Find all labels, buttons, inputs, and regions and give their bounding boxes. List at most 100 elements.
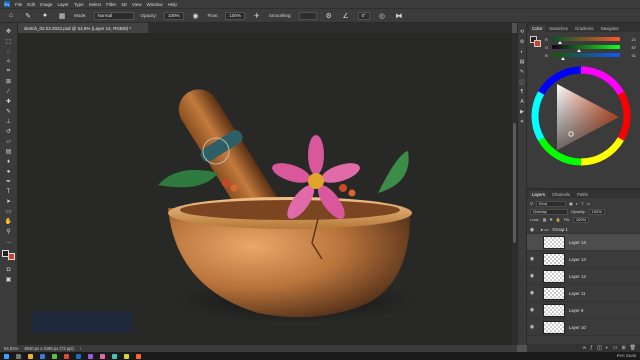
layer-row[interactable]: ◉ Layer 13	[527, 251, 640, 268]
tab-paths[interactable]: Paths	[574, 191, 591, 198]
layer-row[interactable]: Layer 14	[527, 234, 640, 251]
libraries-panel-icon[interactable]: ▤	[519, 59, 525, 65]
slider-r[interactable]: R 21	[545, 35, 636, 44]
slider-r-value[interactable]: 21	[623, 37, 636, 42]
menu-select[interactable]: Select	[89, 2, 102, 7]
paragraph-panel-icon[interactable]: ¶	[519, 89, 525, 95]
slider-b-value[interactable]: 31	[623, 53, 636, 58]
search-icon[interactable]	[16, 353, 21, 359]
actions-panel-icon[interactable]: ▶	[519, 109, 525, 115]
start-icon[interactable]	[4, 353, 9, 359]
adjustment-layer-icon[interactable]: ◐	[606, 345, 609, 351]
trash-icon[interactable]: 🗑	[630, 345, 636, 351]
slider-g-value[interactable]: 87	[623, 45, 636, 50]
menu-help[interactable]: Help	[168, 2, 177, 7]
type-tool-icon[interactable]: T	[3, 187, 15, 196]
move-tool-icon[interactable]: ✥	[3, 27, 15, 36]
properties-panel-icon[interactable]: ⚙	[519, 39, 525, 45]
slider-g-track[interactable]	[551, 45, 621, 52]
menu-view[interactable]: View	[132, 2, 142, 7]
brush-tool-icon[interactable]: ✎	[3, 107, 15, 116]
marquee-tool-icon[interactable]: ⬚	[3, 37, 15, 46]
lasso-tool-icon[interactable]: ◌	[3, 47, 15, 56]
visibility-eye-icon[interactable]: ◉	[527, 256, 537, 262]
document-tab[interactable]: sketch_02.03.2022.psd @ 54,9% (Layer 14,…	[18, 23, 148, 33]
clone-stamp-tool-icon[interactable]: ⊥	[3, 117, 15, 126]
status-arrow-icon[interactable]: ›	[80, 346, 81, 351]
visibility-eye-icon[interactable]: ◉	[527, 307, 537, 313]
symmetry-icon[interactable]: ⧓	[394, 11, 404, 21]
quick-mask-icon[interactable]: ◘	[3, 265, 15, 274]
filter-adjust-icon[interactable]: ◐	[576, 201, 578, 206]
menu-window[interactable]: Window	[147, 2, 163, 7]
explorer-icon[interactable]	[28, 353, 33, 359]
pressure-opacity-icon[interactable]: ◉	[191, 11, 201, 21]
color-wheel-svg[interactable]	[527, 62, 640, 172]
smoothing-settings-icon[interactable]: ⚙	[324, 11, 334, 21]
slider-b-thumb[interactable]	[560, 57, 565, 60]
clock[interactable]: 23:00	[626, 353, 636, 358]
app-icon[interactable]	[64, 353, 69, 359]
tab-channels[interactable]: Channels	[549, 191, 573, 198]
photoshop-taskbar-icon[interactable]	[76, 353, 81, 359]
new-layer-icon[interactable]: ⊞	[621, 345, 625, 351]
color-wheel[interactable]	[527, 62, 640, 172]
menu-3d[interactable]: 3D	[121, 2, 127, 7]
app-icon[interactable]	[52, 353, 57, 359]
slider-b[interactable]: B 31	[545, 51, 636, 60]
adjustments-panel-icon[interactable]: ◐	[519, 49, 525, 55]
filter-pixel-icon[interactable]: ▣	[569, 201, 573, 206]
character-panel-icon[interactable]: A	[519, 99, 525, 105]
history-panel-icon[interactable]: ⟲	[519, 29, 525, 35]
brush-tool-icon[interactable]: ✎	[23, 11, 33, 21]
flow-field[interactable]: 100%	[225, 11, 245, 20]
app-icon[interactable]	[100, 353, 105, 359]
dodge-tool-icon[interactable]: ●	[3, 167, 15, 176]
slider-r-track[interactable]	[551, 37, 621, 44]
tab-layers[interactable]: Layers	[529, 191, 548, 198]
info-panel-icon[interactable]: ⓘ	[519, 79, 525, 86]
pen-tool-icon[interactable]: ✒	[3, 177, 15, 186]
layer-row[interactable]: ◉ Layer 11	[527, 285, 640, 302]
history-brush-tool-icon[interactable]: ↺	[3, 127, 15, 136]
layer-row[interactable]: ◉ Layer 10	[527, 319, 640, 336]
link-layers-icon[interactable]: ∞	[583, 345, 587, 351]
hand-tool-icon[interactable]: ✋	[3, 217, 15, 226]
zoom-level[interactable]: 54,91%	[4, 346, 18, 351]
browser-icon[interactable]	[40, 353, 45, 359]
fill-field[interactable]: 100%	[572, 216, 590, 223]
screen-mode-icon[interactable]: ▣	[3, 275, 15, 284]
glyphs-panel-icon[interactable]: ✶	[519, 119, 525, 125]
scrollbar-thumb[interactable]	[513, 123, 516, 243]
background-color-swatch[interactable]	[8, 253, 15, 260]
blur-tool-icon[interactable]: ♦	[3, 157, 15, 166]
layer-row[interactable]: ◉ Layer 12	[527, 268, 640, 285]
opacity-field[interactable]: 100%	[164, 11, 184, 20]
filter-type-icon[interactable]: T	[581, 201, 583, 206]
brushes-panel-icon[interactable]: ✎	[519, 69, 525, 75]
airbrush-icon[interactable]: ✈	[252, 11, 262, 21]
fx-icon[interactable]: ƒ	[590, 345, 593, 351]
lock-position-icon[interactable]: ✥	[549, 217, 552, 222]
shape-tool-icon[interactable]: ▭	[3, 207, 15, 216]
gradient-tool-icon[interactable]: ▤	[3, 147, 15, 156]
app-icon[interactable]	[124, 353, 129, 359]
layer-group[interactable]: ◉ ▸ ▭ Group 1	[527, 226, 640, 234]
layer-row[interactable]: ◉ Layer 9	[527, 302, 640, 319]
more-tools-icon[interactable]: …	[3, 237, 15, 246]
menu-edit[interactable]: Edit	[27, 2, 35, 7]
layer-opacity-field[interactable]: 100%	[588, 208, 605, 215]
new-group-icon[interactable]: ▭	[613, 345, 618, 351]
menu-filter[interactable]: Filter	[106, 2, 116, 7]
visibility-eye-icon[interactable]: ◉	[527, 290, 537, 296]
tab-gradients[interactable]: Gradients	[572, 25, 597, 32]
system-tray[interactable]: РУС 23:00	[617, 353, 636, 358]
healing-tool-icon[interactable]: ✚	[3, 97, 15, 106]
lock-all-icon[interactable]: 🔒	[556, 217, 561, 222]
app-icon[interactable]	[88, 353, 93, 359]
mode-select[interactable]: Normal	[93, 11, 134, 20]
slider-g-thumb[interactable]	[576, 49, 581, 52]
lock-pixels-icon[interactable]: ▦	[543, 217, 547, 222]
brush-settings-icon[interactable]: ▦	[57, 11, 67, 21]
menu-layer[interactable]: Layer	[58, 2, 69, 7]
